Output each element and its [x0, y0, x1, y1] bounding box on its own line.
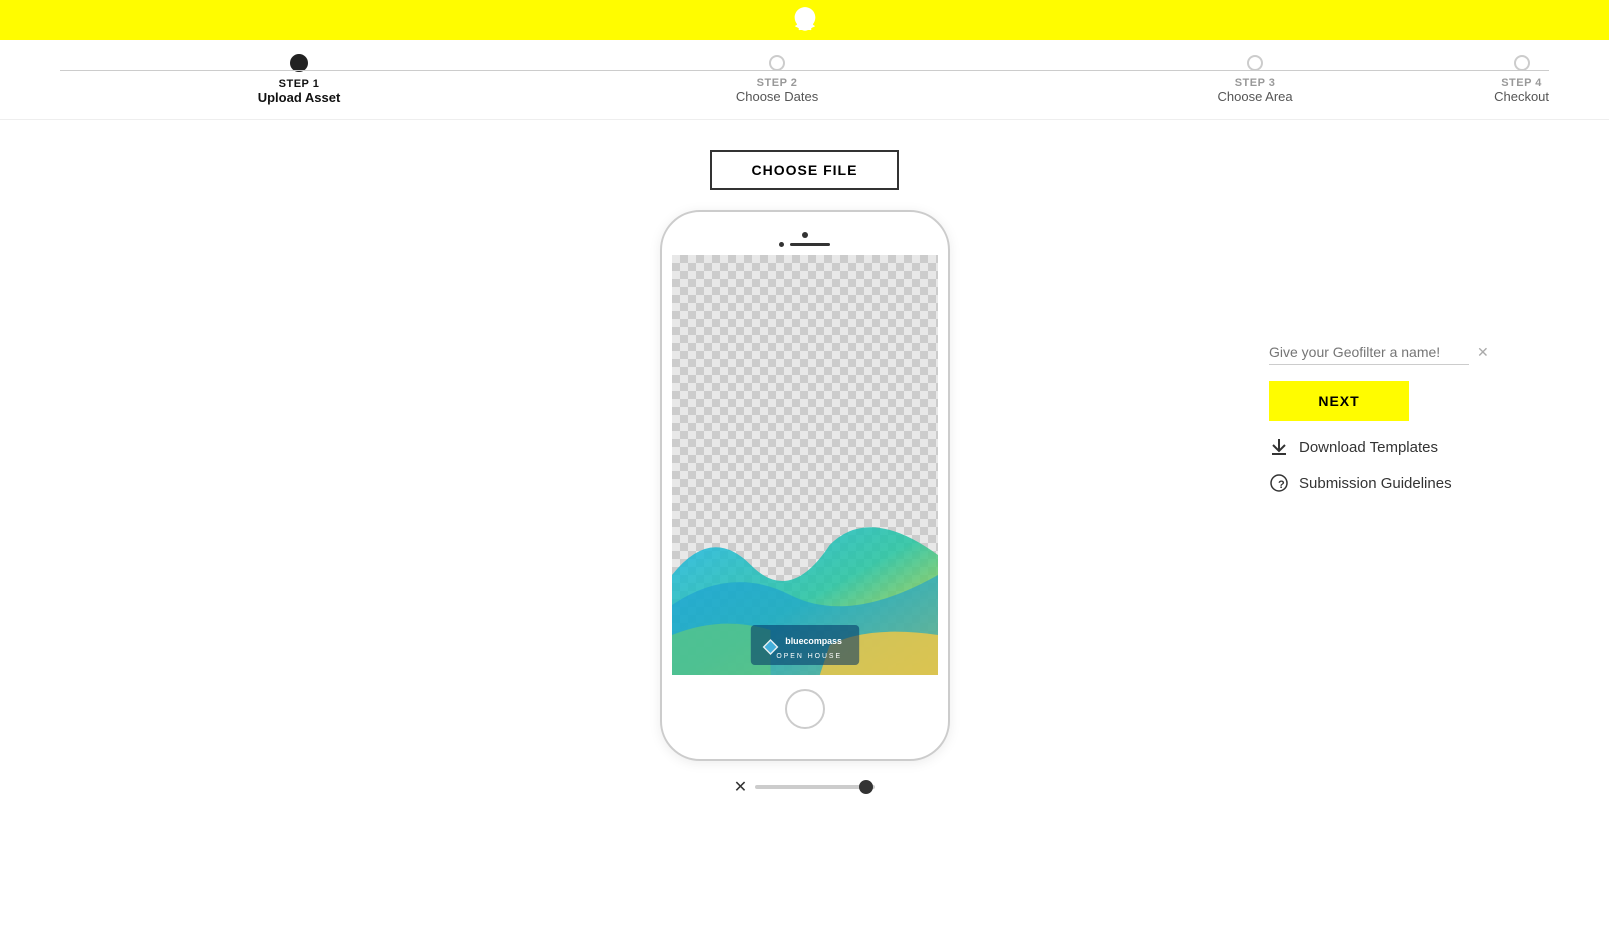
next-button[interactable]: NEXT [1269, 381, 1409, 421]
download-templates-link[interactable]: Download Templates [1269, 437, 1509, 457]
download-templates-label: Download Templates [1299, 439, 1438, 456]
phone-speaker [779, 242, 830, 247]
geofilter-name-input[interactable] [1269, 340, 1469, 365]
zoom-slider[interactable] [755, 785, 875, 789]
step-4-wrapper: STEP 4 Checkout [1494, 55, 1549, 104]
clear-name-icon[interactable]: ✕ [1477, 344, 1489, 361]
download-icon [1269, 437, 1289, 457]
svg-text:OPEN HOUSE: OPEN HOUSE [776, 653, 842, 660]
phone-screen: bluecompass OPEN HOUSE [672, 255, 938, 675]
zoom-controls: ✕ [734, 777, 875, 797]
step-2-circle [769, 55, 785, 71]
geofilter-name-wrapper: ✕ [1269, 340, 1509, 365]
phone-top-elements [672, 232, 938, 247]
svg-text:bluecompass: bluecompass [785, 636, 842, 646]
zoom-minimize-icon[interactable]: ✕ [734, 777, 747, 797]
zoom-slider-thumb[interactable] [859, 780, 873, 794]
info-icon: ? [1269, 473, 1289, 493]
geofilter-preview: bluecompass OPEN HOUSE [672, 515, 938, 675]
submission-guidelines-label: Submission Guidelines [1299, 475, 1452, 492]
phone-speaker-dot-icon [779, 242, 784, 247]
step-progress-line [60, 70, 1549, 71]
phone-speaker-bar-icon [790, 243, 830, 246]
main-content: CHOOSE FILE [0, 120, 1609, 857]
step-1-label: Upload Asset [258, 90, 341, 105]
step-2-number: STEP 2 [757, 77, 798, 89]
submission-guidelines-link[interactable]: ? Submission Guidelines [1269, 473, 1509, 493]
step-3-circle [1247, 55, 1263, 71]
step-4-number: STEP 4 [1501, 77, 1542, 89]
phone-home-button-icon [785, 689, 825, 729]
step-2-wrapper: STEP 2 Choose Dates [538, 55, 1016, 104]
step-3-label: Choose Area [1217, 89, 1292, 104]
step-3-number: STEP 3 [1235, 77, 1276, 89]
step-1-number: STEP 1 [279, 78, 320, 90]
svg-text:?: ? [1278, 479, 1285, 491]
header-bar [0, 0, 1609, 40]
right-panel: ✕ NEXT Download Templates ? Submission G… [1269, 340, 1509, 493]
step-2-label: Choose Dates [736, 89, 818, 104]
step-1-wrapper: STEP 1 Upload Asset [60, 54, 538, 105]
phone-camera-icon [802, 232, 808, 238]
step-4-circle [1514, 55, 1530, 71]
step-3-wrapper: STEP 3 Choose Area [1016, 55, 1494, 104]
phone-mockup: bluecompass OPEN HOUSE [660, 210, 950, 761]
steps-container: STEP 1 Upload Asset STEP 2 Choose Dates … [0, 40, 1609, 120]
choose-file-button[interactable]: CHOOSE FILE [710, 150, 900, 190]
step-4-label: Checkout [1494, 89, 1549, 104]
snapchat-logo-icon [790, 6, 820, 34]
